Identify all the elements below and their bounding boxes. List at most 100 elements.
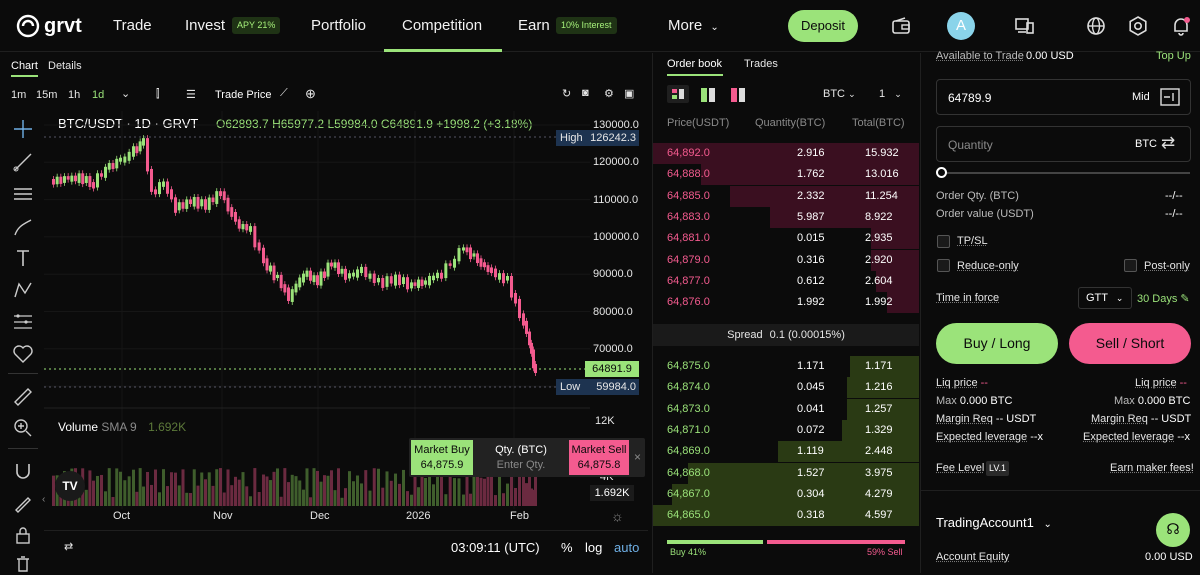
pattern-icon[interactable] xyxy=(12,279,34,301)
asset-select[interactable]: BTC ⌄ xyxy=(823,88,856,100)
indicator-lines-icon[interactable]: ☰ xyxy=(186,88,196,101)
slider-handle[interactable] xyxy=(936,167,947,178)
magnet-icon[interactable] xyxy=(12,460,34,482)
ask-row[interactable]: 64,877.0 0.612 2.604 xyxy=(653,271,919,292)
bid-row[interactable]: 64,871.0 0.072 1.329 xyxy=(653,420,919,441)
bid-row[interactable]: 64,875.0 1.171 1.171 xyxy=(653,356,919,377)
quick-qty-field[interactable]: Qty. (BTC) Enter Qty. xyxy=(475,440,567,475)
avatar[interactable]: A xyxy=(947,12,975,40)
mid-price-button[interactable]: Mid xyxy=(1132,91,1150,103)
ask-row[interactable]: 64,888.0 1.762 13.016 xyxy=(653,164,919,185)
interval-1m[interactable]: 1m xyxy=(11,89,26,101)
candle-type-icon[interactable]: ⫿ xyxy=(156,88,160,101)
lock-icon[interactable] xyxy=(12,524,34,546)
nav-competition[interactable]: Competition xyxy=(402,0,482,52)
deposit-button[interactable]: Deposit xyxy=(788,10,858,42)
interval-chevron-down-icon[interactable]: ⌄ xyxy=(121,87,130,100)
tab-trades[interactable]: Trades xyxy=(744,58,778,70)
clock-readout: 03:09:11 (UTC) xyxy=(451,540,540,555)
tpsl-checkbox[interactable] xyxy=(937,235,950,248)
tab-chart[interactable]: Chart xyxy=(11,60,38,72)
view-both-icon[interactable] xyxy=(667,85,689,103)
nav-earn[interactable]: Earn xyxy=(518,0,550,52)
view-bids-icon[interactable] xyxy=(701,88,715,102)
settings-icon[interactable]: ⚙ xyxy=(604,87,614,100)
market-buy-button[interactable]: Market Buy 64,875.9 xyxy=(411,440,473,475)
mid-price-icon[interactable] xyxy=(1160,88,1180,106)
swap-arrows-icon[interactable]: ⇄ xyxy=(1161,133,1175,153)
tif-days[interactable]: 30 Days ✎ xyxy=(1137,292,1190,305)
ask-row[interactable]: 64,892.0 2.916 15.932 xyxy=(653,143,919,164)
trade-price-toggle[interactable]: Trade Price xyxy=(215,89,271,101)
trash-icon[interactable] xyxy=(12,553,34,575)
quantity-input[interactable]: Quantity BTC ⇄ xyxy=(936,126,1191,162)
brush-icon[interactable] xyxy=(12,216,34,238)
text-tool-icon[interactable] xyxy=(12,247,34,269)
market-sell-button[interactable]: Market Sell 64,875.8 xyxy=(569,440,629,475)
ask-row[interactable]: 64,885.0 2.332 11.254 xyxy=(653,186,919,207)
ask-row[interactable]: 64,879.0 0.316 2.920 xyxy=(653,250,919,271)
quantity-slider[interactable] xyxy=(936,167,1191,179)
pencil-lock-icon[interactable] xyxy=(12,492,34,514)
trading-account-select[interactable]: TradingAccount1 ⌄ xyxy=(936,515,1052,530)
reduce-only-checkbox[interactable] xyxy=(937,259,950,272)
date-range-icon[interactable]: ⇄ xyxy=(64,540,73,553)
bid-row[interactable]: 64,873.0 0.041 1.257 xyxy=(653,399,919,420)
trend-line-icon[interactable] xyxy=(12,151,34,173)
earn-maker-fees-link[interactable]: Earn maker fees! xyxy=(1110,462,1194,474)
logo[interactable]: grvt xyxy=(16,13,82,39)
refresh-icon[interactable]: ↻ xyxy=(562,87,571,100)
price-input[interactable]: 64789.9 Mid xyxy=(936,79,1191,115)
view-asks-icon[interactable] xyxy=(731,88,745,102)
nav-invest[interactable]: Invest xyxy=(185,0,225,52)
nav-trade[interactable]: Trade xyxy=(113,0,152,52)
line-chart-icon[interactable]: ⟋ xyxy=(280,87,288,100)
sell-margin-label: Margin Req xyxy=(1091,413,1148,425)
interval-15m[interactable]: 15m xyxy=(36,89,57,101)
buy-long-button[interactable]: Buy / Long xyxy=(936,323,1058,364)
interval-1d[interactable]: 1d xyxy=(92,89,104,101)
order-total: 13.016 xyxy=(865,168,899,180)
fullscreen-icon[interactable]: ▣ xyxy=(624,87,634,100)
fib-levels-icon[interactable] xyxy=(12,311,34,333)
log-scale-toggle[interactable]: log xyxy=(585,540,602,555)
bid-row[interactable]: 64,874.0 0.045 1.216 xyxy=(653,377,919,398)
zoom-in-icon[interactable] xyxy=(12,417,34,439)
wallet-icon[interactable] xyxy=(890,15,912,37)
sell-short-button[interactable]: Sell / Short xyxy=(1069,323,1191,364)
top-up-link[interactable]: Top Up xyxy=(1156,50,1191,62)
support-headset-icon[interactable]: ☊ xyxy=(1156,513,1190,547)
settings-gear-icon[interactable] xyxy=(1127,15,1149,37)
notification-bell-icon[interactable] xyxy=(1170,15,1192,37)
close-icon[interactable]: × xyxy=(634,450,641,464)
bid-row[interactable]: 64,868.0 1.527 3.975 xyxy=(653,463,919,484)
ask-row[interactable]: 64,883.0 5.987 8.922 xyxy=(653,207,919,228)
buy-leverage-value: --x xyxy=(1030,431,1043,443)
bid-row[interactable]: 64,865.0 0.318 4.597 xyxy=(653,505,919,526)
add-indicator-icon[interactable]: ⊕ xyxy=(305,86,316,102)
time-in-force-select[interactable]: GTT ⌄ xyxy=(1078,287,1132,309)
crosshair-icon[interactable] xyxy=(12,118,34,140)
post-only-checkbox[interactable] xyxy=(1124,259,1137,272)
favorite-heart-icon[interactable] xyxy=(12,343,34,365)
bid-row[interactable]: 64,869.0 1.119 2.448 xyxy=(653,441,919,462)
nav-portfolio[interactable]: Portfolio xyxy=(311,0,366,52)
step-select[interactable]: 1 ⌄ xyxy=(879,88,902,100)
interval-1h[interactable]: 1h xyxy=(68,89,80,101)
scroll-left-icon[interactable]: ‹ xyxy=(42,494,45,505)
tradingview-logo-icon[interactable]: TV xyxy=(55,471,85,501)
tab-order-book[interactable]: Order book xyxy=(667,58,722,70)
ruler-icon[interactable] xyxy=(12,386,34,408)
devices-icon[interactable] xyxy=(1013,15,1035,37)
ask-row[interactable]: 64,881.0 0.015 2.935 xyxy=(653,228,919,249)
globe-icon[interactable] xyxy=(1085,15,1107,37)
horizontal-lines-icon[interactable] xyxy=(12,183,34,205)
percent-scale-toggle[interactable]: % xyxy=(561,540,573,555)
bid-row[interactable]: 64,867.0 0.304 4.279 xyxy=(653,484,919,505)
camera-icon[interactable]: ◙ xyxy=(582,87,589,99)
nav-more[interactable]: More ⌄ xyxy=(668,0,719,52)
chart-settings-sun-icon[interactable]: ☼ xyxy=(611,508,624,524)
tab-details[interactable]: Details xyxy=(48,60,82,72)
auto-scale-toggle[interactable]: auto xyxy=(614,540,639,555)
ask-row[interactable]: 64,876.0 1.992 1.992 xyxy=(653,292,919,313)
